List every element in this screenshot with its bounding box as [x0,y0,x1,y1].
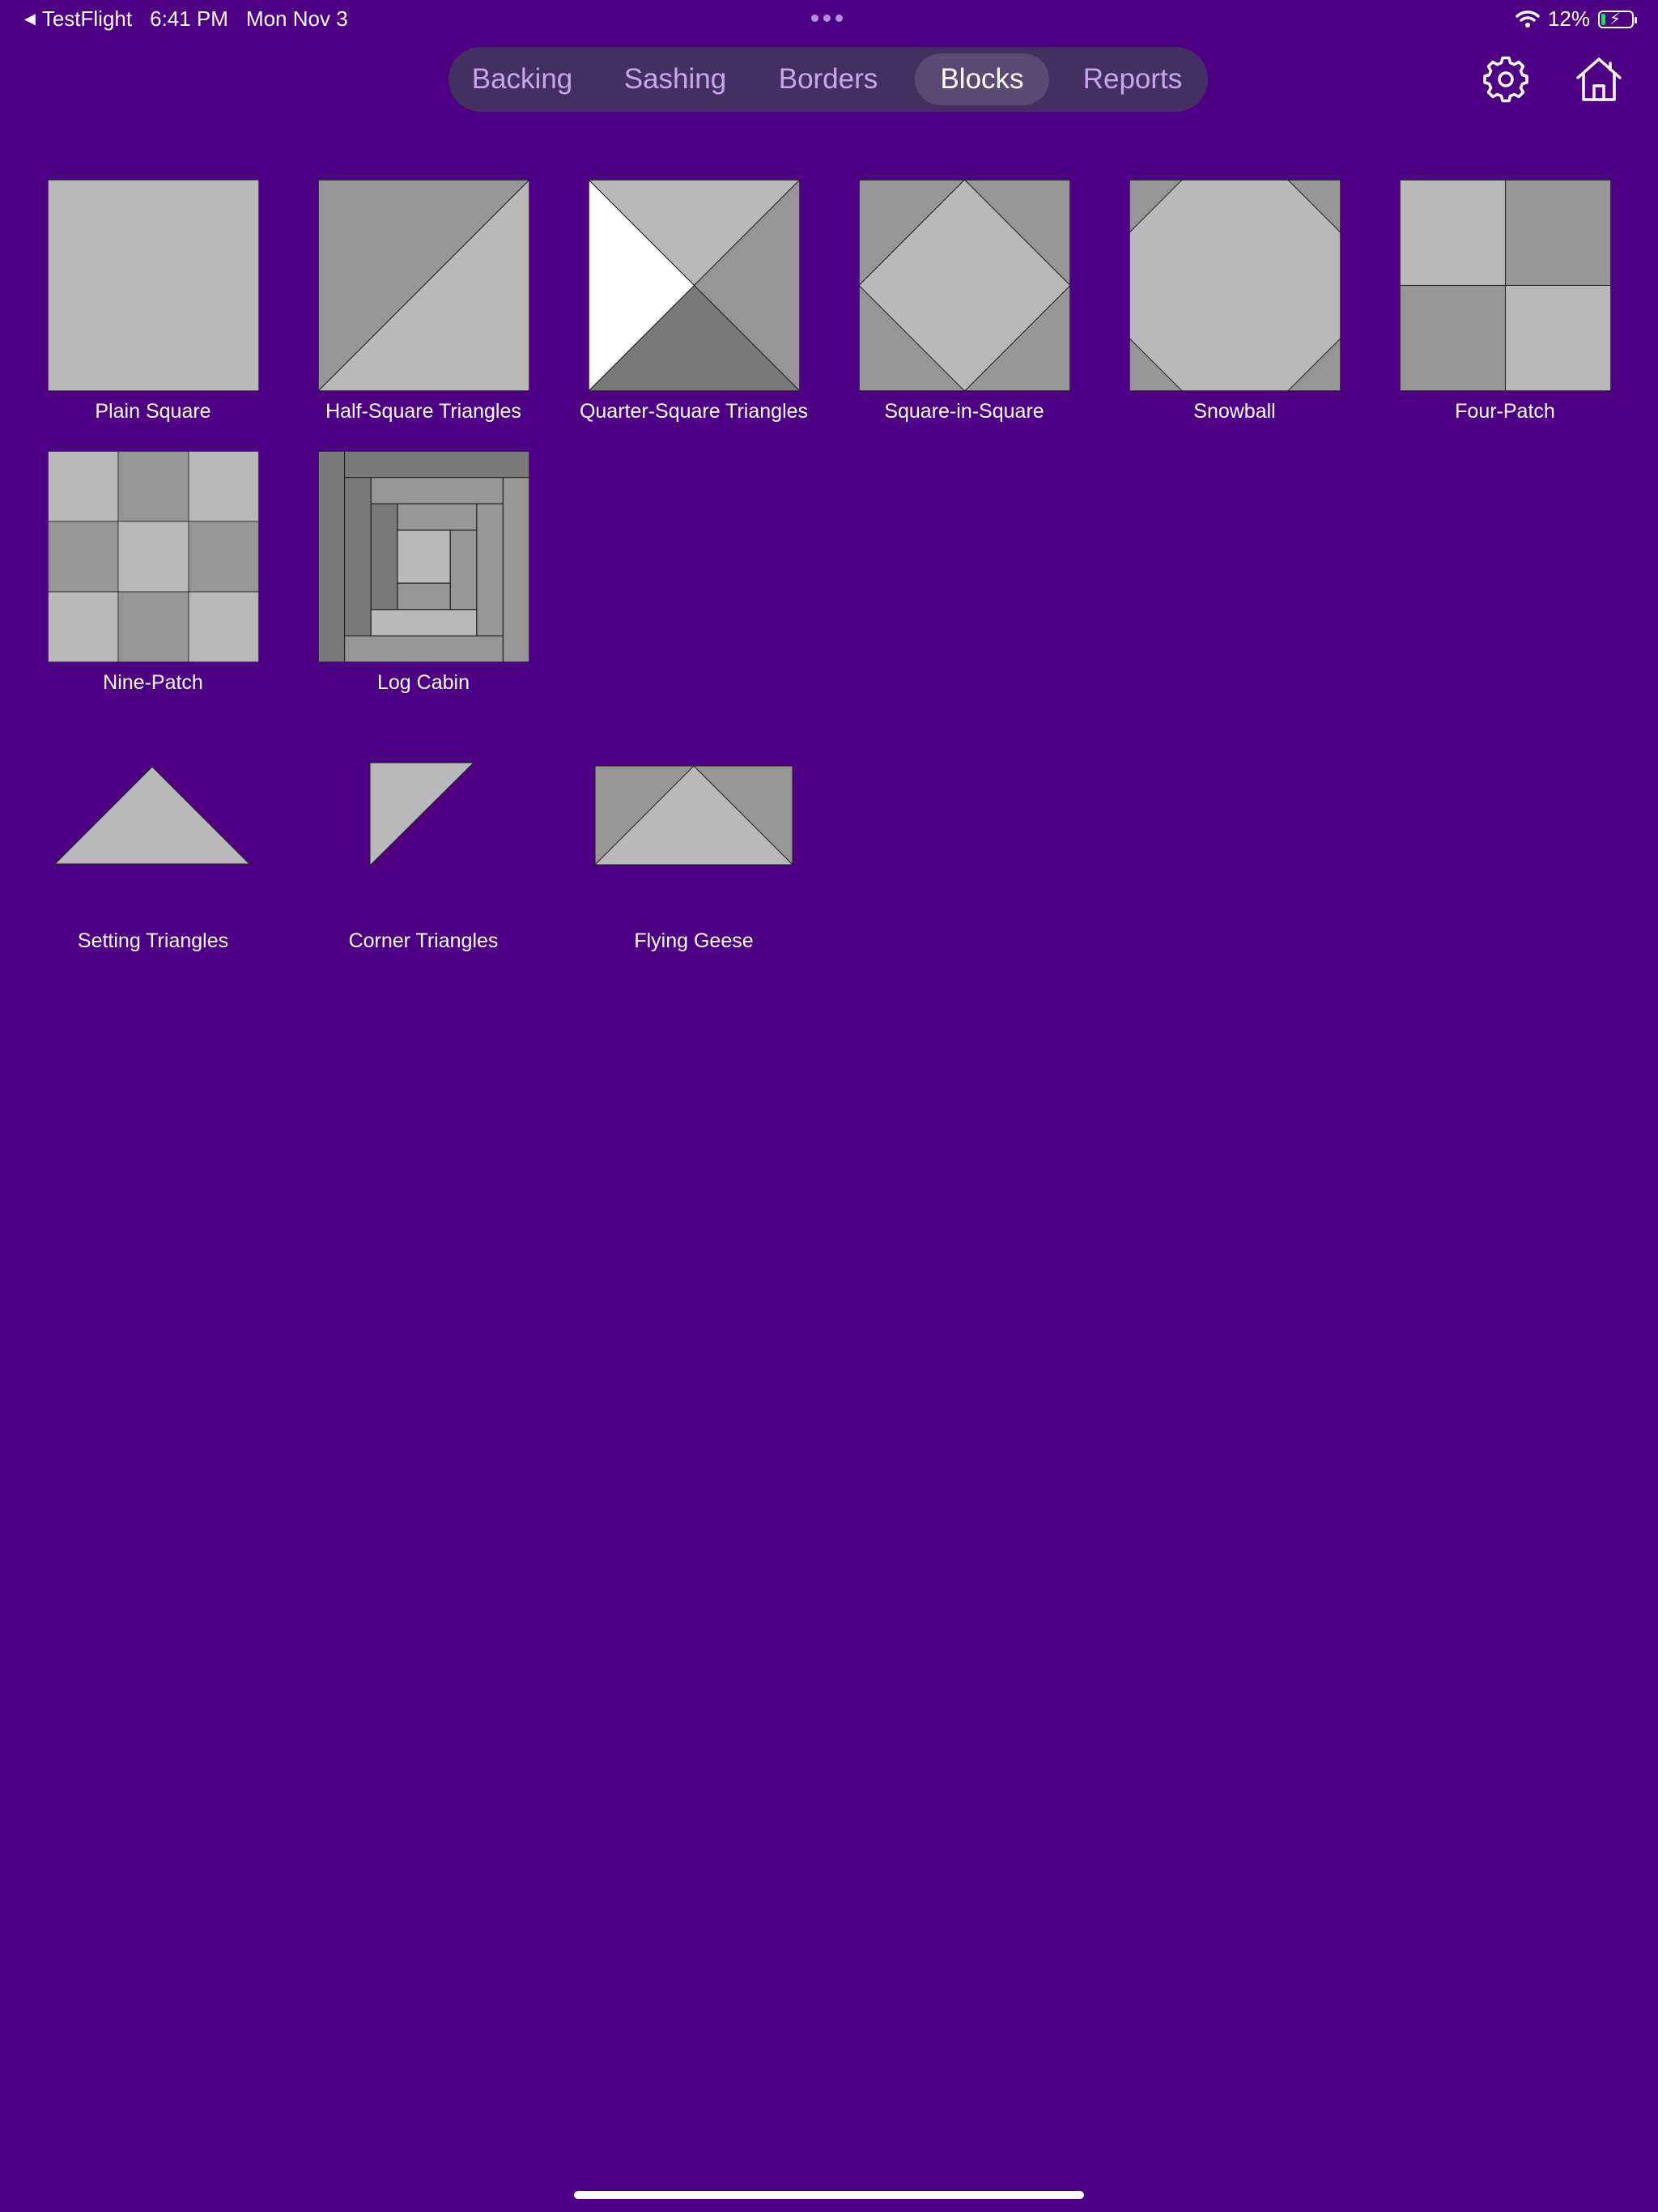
status-time: 6:41 PM [150,6,228,31]
block-label: Quarter-Square Triangles [579,400,809,423]
battery-icon: ⚡ [1598,10,1637,28]
block-label: Plain Square [95,400,211,423]
status-bar: ◀ TestFlight 6:41 PM Mon Nov 3 12% ⚡ [0,0,1658,39]
square-in-square-icon [859,180,1070,391]
four-patch-icon [1400,180,1611,391]
block-label: Nine-Patch [103,671,203,694]
block-label: Square-in-Square [884,400,1044,423]
multitasking-dots-icon[interactable] [811,15,848,22]
plain-square-icon [48,180,259,391]
battery-percent: 12% [1547,6,1590,31]
status-right: 12% ⚡ [1507,6,1637,32]
block-half-square-triangles[interactable] [318,180,529,391]
flying-geese-icon [594,765,793,866]
back-app-label[interactable]: TestFlight [42,6,132,32]
tab-borders[interactable]: Borders [767,53,889,105]
status-date: Mon Nov 3 [245,6,348,31]
block-log-cabin[interactable] [318,451,529,662]
block-label: Snowball [1193,400,1276,423]
piece-label: Corner Triangles [348,929,499,952]
tab-blocks[interactable]: Blocks [915,53,1049,105]
house-icon [1576,57,1622,101]
block-nine-patch[interactable] [48,451,259,662]
block-snowball[interactable] [1129,180,1341,391]
wifi-icon [1516,10,1540,28]
tab-sashing[interactable]: Sashing [614,53,736,105]
gear-icon [1483,56,1528,103]
corner-triangle-icon [369,762,475,867]
home-button[interactable] [1575,55,1623,104]
block-plain-square[interactable] [48,180,259,391]
nine-patch-icon [48,451,259,662]
settings-button[interactable] [1482,55,1530,104]
block-four-patch[interactable] [1400,180,1611,391]
status-left: ◀ TestFlight 6:41 PM Mon Nov 3 [24,6,366,32]
section-tabs: Backing Sashing Borders Blocks Reports [449,47,1208,112]
log-cabin-icon [318,451,529,662]
back-arrow-icon[interactable]: ◀ [24,11,36,28]
corner-triangles-piece[interactable] [368,761,475,867]
flying-geese-piece[interactable] [594,765,793,866]
setting-triangle-icon [53,766,251,865]
tab-reports[interactable]: Reports [1070,53,1195,105]
block-square-in-square[interactable] [859,180,1070,391]
half-square-triangles-icon [318,180,529,391]
setting-triangles-piece[interactable] [53,765,251,866]
block-quarter-square-triangles[interactable] [589,180,800,391]
piece-label: Flying Geese [634,929,754,952]
block-label: Log Cabin [377,671,470,694]
snowball-icon [1129,180,1341,391]
quarter-square-triangles-icon [589,180,800,391]
home-indicator[interactable] [574,2191,1084,2199]
tab-backing[interactable]: Backing [461,53,583,105]
piece-label: Setting Triangles [77,929,229,952]
block-label: Four-Patch [1455,400,1555,423]
block-label: Half-Square Triangles [325,400,521,423]
